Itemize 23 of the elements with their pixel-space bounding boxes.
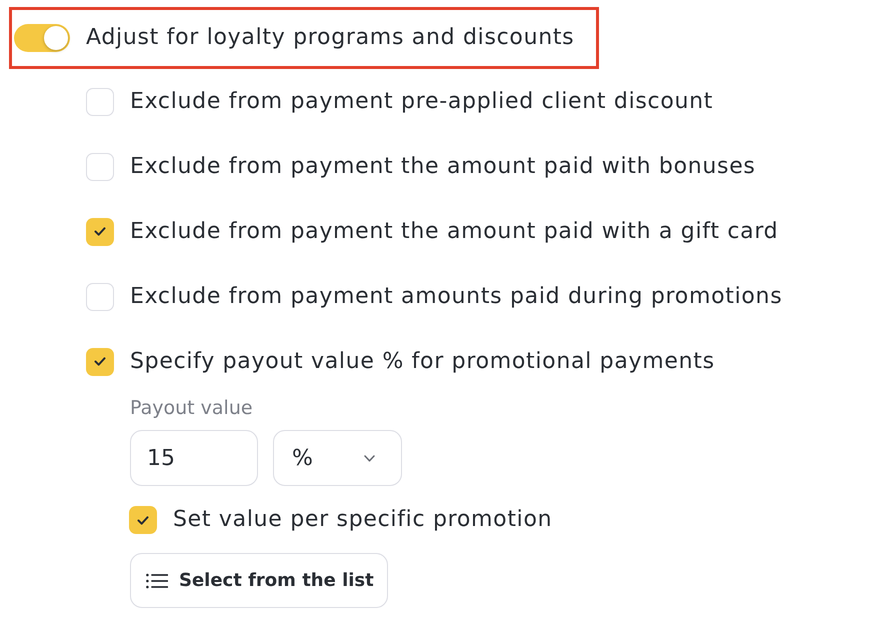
option-label: Exclude from payment the amount paid with a gift card xyxy=(130,218,778,246)
unit-select[interactable]: % xyxy=(273,430,402,486)
option-label: Set value per specific promotion xyxy=(173,506,552,534)
checkbox[interactable] xyxy=(86,218,114,246)
chevron-down-icon xyxy=(364,454,375,462)
checkbox[interactable] xyxy=(129,506,157,534)
list-icon xyxy=(146,572,168,588)
toggle-label: Adjust for loyalty programs and discounts xyxy=(86,24,574,52)
select-from-list-button[interactable]: Select from the list xyxy=(130,553,388,608)
checkbox[interactable] xyxy=(86,88,114,116)
checkmark-icon xyxy=(137,516,149,524)
field-label: Payout value xyxy=(130,396,253,420)
option-label: Exclude from payment pre-applied client discount xyxy=(130,88,714,116)
checkbox[interactable] xyxy=(86,152,114,180)
option-label: Exclude from payment the amount paid with bonuses xyxy=(130,152,756,180)
checkbox[interactable] xyxy=(86,348,114,376)
payout-value-input[interactable]: 15 xyxy=(130,430,258,486)
toggle-switch[interactable] xyxy=(14,24,70,52)
checkbox[interactable] xyxy=(86,282,114,310)
option-label: Specify payout value % for promotional payments xyxy=(130,348,715,376)
checkmark-icon xyxy=(94,357,106,366)
option-label: Exclude from payment amounts paid during promotions xyxy=(130,282,782,310)
checkmark-icon xyxy=(94,227,106,236)
